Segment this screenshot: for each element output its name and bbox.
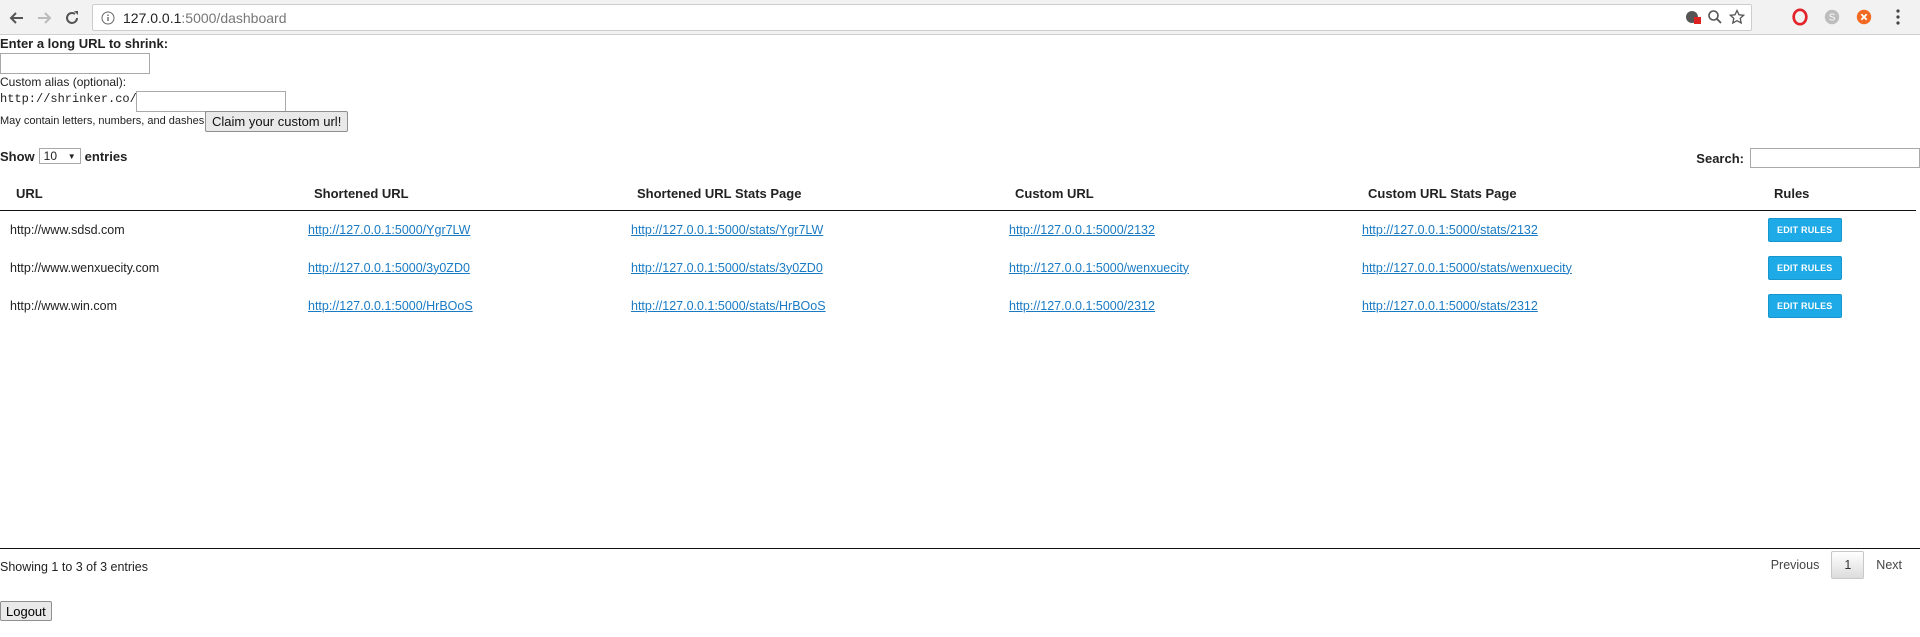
blocked-cookie-icon[interactable] bbox=[1685, 9, 1701, 25]
table-row: http://www.sdsd.com http://127.0.0.1:500… bbox=[0, 211, 1916, 249]
edit-rules-button[interactable]: EDIT RULES bbox=[1768, 293, 1842, 318]
edit-rules-button[interactable]: EDIT RULES bbox=[1768, 255, 1842, 280]
forward-arrow-icon[interactable] bbox=[32, 6, 56, 30]
url-text[interactable]: 127.0.0.1:5000/dashboard bbox=[123, 10, 286, 26]
search-label: Search: bbox=[1696, 150, 1744, 166]
column-header-custom-stats[interactable]: Custom URL Stats Page bbox=[1352, 176, 1758, 211]
table-info: Showing 1 to 3 of 3 entries bbox=[0, 560, 149, 574]
urls-table: URL Shortened URL Shortened URL Stats Pa… bbox=[0, 176, 1916, 325]
column-header-shortened-stats[interactable]: Shortened URL Stats Page bbox=[621, 176, 999, 211]
column-header-custom-url[interactable]: Custom URL bbox=[999, 176, 1352, 211]
skype-extension-icon[interactable]: S bbox=[1822, 7, 1842, 27]
custom-stats-link[interactable]: http://127.0.0.1:5000/stats/2132 bbox=[1362, 223, 1538, 237]
bookmark-star-icon[interactable] bbox=[1729, 9, 1745, 25]
column-header-rules[interactable]: Rules bbox=[1758, 176, 1916, 211]
custom-url-link[interactable]: http://127.0.0.1:5000/2312 bbox=[1009, 299, 1155, 313]
shortened-stats-link[interactable]: http://127.0.0.1:5000/stats/HrBOoS bbox=[631, 299, 826, 313]
column-header-shortened-url[interactable]: Shortened URL bbox=[298, 176, 621, 211]
custom-stats-link[interactable]: http://127.0.0.1:5000/stats/2312 bbox=[1362, 299, 1538, 313]
menu-dots-icon[interactable] bbox=[1895, 8, 1901, 31]
table-row: http://www.win.com http://127.0.0.1:5000… bbox=[0, 287, 1916, 325]
info-icon[interactable] bbox=[101, 11, 115, 25]
search-input[interactable] bbox=[1750, 148, 1920, 168]
custom-url-link[interactable]: http://127.0.0.1:5000/2132 bbox=[1009, 223, 1155, 237]
shortened-url-link[interactable]: http://127.0.0.1:5000/HrBOoS bbox=[308, 299, 473, 313]
shortened-url-link[interactable]: http://127.0.0.1:5000/3y0ZD0 bbox=[308, 261, 470, 275]
alias-hint: May contain letters, numbers, and dashes… bbox=[0, 115, 208, 127]
opera-extension-icon[interactable] bbox=[1790, 7, 1810, 27]
dashboard-page: Enter a long URL to shrink: Custom alias… bbox=[0, 36, 1920, 637]
table-row: http://www.wenxuecity.com http://127.0.0… bbox=[0, 249, 1916, 287]
page-length-control: Show 10 ▼ entries bbox=[0, 148, 127, 164]
shortened-stats-link[interactable]: http://127.0.0.1:5000/stats/3y0ZD0 bbox=[631, 261, 823, 275]
shortened-url-link[interactable]: http://127.0.0.1:5000/Ygr7LW bbox=[308, 223, 470, 237]
svg-text:S: S bbox=[1829, 13, 1836, 24]
page-length-value: 10 bbox=[43, 149, 58, 163]
url-cell: http://www.win.com bbox=[10, 298, 117, 313]
pagination: Previous 1 Next bbox=[1759, 551, 1914, 579]
table-header-row: URL Shortened URL Shortened URL Stats Pa… bbox=[0, 176, 1916, 211]
shortened-stats-link[interactable]: http://127.0.0.1:5000/stats/Ygr7LW bbox=[631, 223, 823, 237]
long-url-input[interactable] bbox=[0, 53, 150, 74]
dropdown-arrow-icon: ▼ bbox=[67, 151, 76, 161]
url-cell: http://www.wenxuecity.com bbox=[10, 260, 160, 275]
address-bar[interactable]: 127.0.0.1:5000/dashboard bbox=[92, 4, 1752, 31]
reload-icon[interactable] bbox=[60, 6, 84, 30]
previous-page-button[interactable]: Previous bbox=[1759, 552, 1832, 578]
page-length-select[interactable]: 10 ▼ bbox=[38, 148, 81, 164]
edit-rules-button[interactable]: EDIT RULES bbox=[1768, 217, 1842, 242]
table-search: Search: bbox=[1696, 148, 1920, 168]
table-footer-divider bbox=[0, 548, 1920, 549]
browser-toolbar: 127.0.0.1:5000/dashboard S bbox=[0, 0, 1920, 35]
next-page-button[interactable]: Next bbox=[1864, 552, 1914, 578]
page-1-button[interactable]: 1 bbox=[1831, 551, 1865, 579]
alias-prefix: http://shrinker.co/ bbox=[0, 92, 137, 106]
alias-label: Custom alias (optional): bbox=[0, 75, 127, 89]
shrink-label: Enter a long URL to shrink: bbox=[0, 36, 169, 51]
custom-alias-input[interactable] bbox=[136, 91, 286, 112]
show-label: Show bbox=[0, 148, 35, 164]
adblock-extension-icon[interactable] bbox=[1854, 7, 1874, 27]
custom-url-link[interactable]: http://127.0.0.1:5000/wenxuecity bbox=[1009, 261, 1189, 275]
custom-stats-link[interactable]: http://127.0.0.1:5000/stats/wenxuecity bbox=[1362, 261, 1572, 275]
column-header-url[interactable]: URL bbox=[0, 176, 298, 211]
entries-label: entries bbox=[84, 148, 128, 164]
url-cell: http://www.sdsd.com bbox=[10, 222, 125, 237]
zoom-icon[interactable] bbox=[1707, 9, 1723, 25]
claim-custom-url-button[interactable]: Claim your custom url! bbox=[205, 111, 349, 132]
logout-button[interactable]: Logout bbox=[0, 601, 52, 621]
back-arrow-icon[interactable] bbox=[5, 6, 29, 30]
